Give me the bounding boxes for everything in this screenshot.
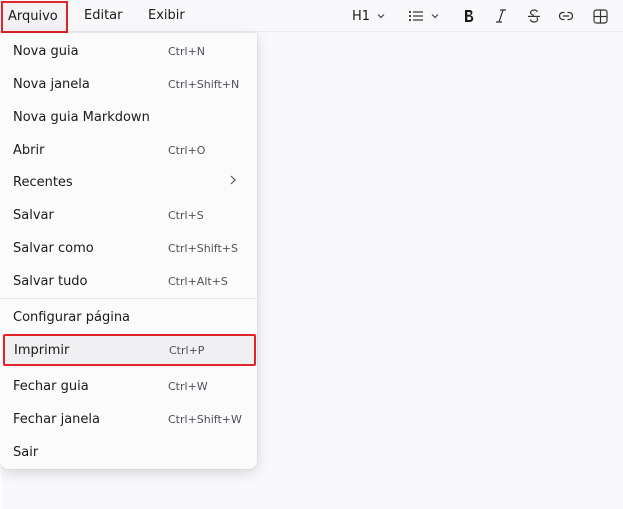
menu-item-label: Sair (13, 444, 39, 460)
menu-tab-arquivo[interactable]: Arquivo (1, 1, 68, 33)
menu-item-shortcut: Ctrl+N (168, 44, 206, 58)
menu-item-nova-guia-markdown[interactable]: Nova guia Markdown (4, 102, 253, 132)
menu-item-label: Nova guia Markdown (13, 109, 150, 125)
menu-item-fechar-guia[interactable]: Fechar guia Ctrl+W (4, 371, 253, 401)
menu-tab-editar[interactable]: Editar (84, 0, 123, 32)
bold-button[interactable] (463, 0, 475, 32)
table-dropdown[interactable] (593, 0, 608, 32)
link-icon (558, 10, 574, 22)
bold-icon (463, 9, 475, 23)
menu-item-configurar-pagina[interactable]: Configurar página (4, 302, 253, 332)
menu-item-label: Fechar guia (13, 378, 89, 394)
menu-item-salvar[interactable]: Salvar Ctrl+S (4, 200, 253, 230)
menu-item-shortcut: Ctrl+Alt+S (168, 274, 228, 288)
menu-item-sair[interactable]: Sair (4, 437, 253, 467)
menu-divider (0, 298, 257, 299)
heading-dropdown[interactable]: H1 (352, 0, 386, 32)
chevron-down-icon (430, 11, 440, 21)
menu-item-label: Recentes (13, 174, 73, 190)
menu-item-shortcut: Ctrl+Shift+N (168, 77, 240, 91)
menu-item-imprimir[interactable]: Imprimir Ctrl+P (3, 334, 256, 366)
menu-item-shortcut: Ctrl+Shift+S (168, 241, 238, 255)
menu-item-salvar-tudo[interactable]: Salvar tudo Ctrl+Alt+S (4, 266, 253, 296)
menu-item-shortcut: Ctrl+W (168, 379, 208, 393)
menu-item-shortcut: Ctrl+P (169, 343, 205, 357)
menu-item-shortcut: Ctrl+Shift+W (168, 412, 242, 426)
menu-item-label: Configurar página (13, 309, 131, 325)
menu-item-label: Salvar como (13, 240, 94, 256)
menu-item-label: Salvar tudo (13, 273, 88, 289)
menu-item-label: Nova janela (13, 76, 90, 92)
menu-item-label: Fechar janela (13, 411, 100, 427)
menu-item-nova-janela[interactable]: Nova janela Ctrl+Shift+N (4, 69, 253, 99)
menu-item-recentes[interactable]: Recentes (4, 167, 253, 197)
menu-item-label: Abrir (13, 142, 45, 158)
italic-icon (495, 9, 507, 23)
menu-item-nova-guia[interactable]: Nova guia Ctrl+N (4, 36, 253, 66)
table-icon (593, 8, 608, 24)
menu-item-label: Imprimir (14, 342, 70, 358)
chevron-down-icon (376, 11, 386, 21)
menu-item-fechar-janela[interactable]: Fechar janela Ctrl+Shift+W (4, 404, 253, 434)
menu-item-abrir[interactable]: Abrir Ctrl+O (4, 135, 253, 165)
menu-item-shortcut: Ctrl+S (168, 208, 204, 222)
link-button[interactable] (558, 0, 574, 32)
menubar: Arquivo Editar Exibir H1 (0, 0, 623, 33)
file-menu: Nova guia Ctrl+N Nova janela Ctrl+Shift+… (0, 33, 257, 469)
strikethrough-icon (527, 9, 541, 23)
menu-item-salvar-como[interactable]: Salvar como Ctrl+Shift+S (4, 233, 253, 263)
strikethrough-button[interactable] (527, 0, 541, 32)
list-icon (408, 9, 424, 23)
heading-dropdown-label: H1 (352, 8, 371, 24)
menu-item-label: Nova guia (13, 43, 79, 59)
list-dropdown[interactable] (408, 0, 440, 32)
italic-button[interactable] (495, 0, 507, 32)
menu-tab-exibir[interactable]: Exibir (148, 0, 185, 32)
menu-item-label: Salvar (13, 207, 54, 223)
menu-item-shortcut: Ctrl+O (168, 143, 206, 157)
chevron-right-icon (229, 174, 239, 190)
